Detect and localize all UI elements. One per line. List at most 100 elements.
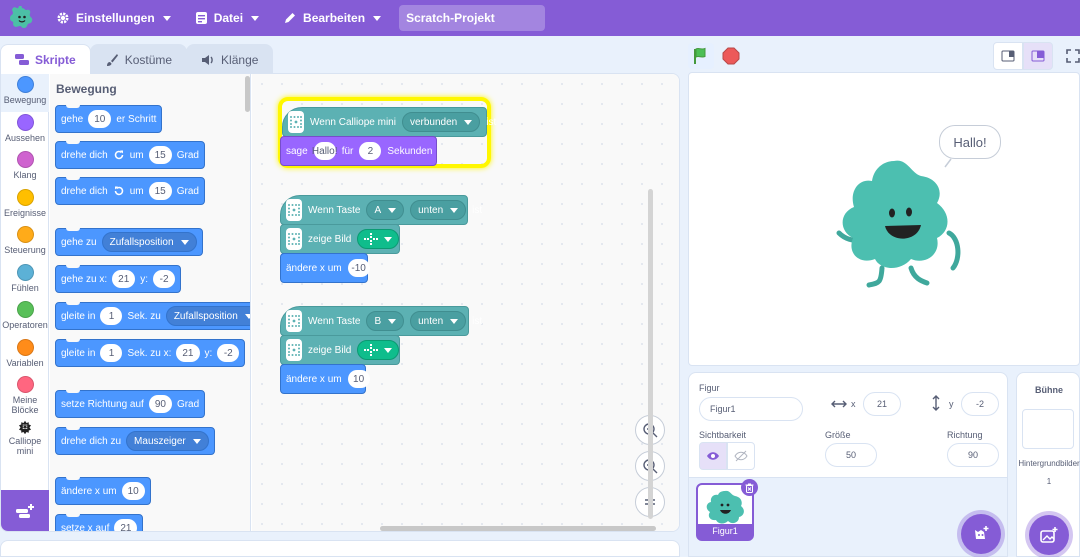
block-input[interactable]: 21 <box>176 344 200 362</box>
sprite-name-input[interactable]: Figur1 <box>699 397 803 421</box>
block-dropdown[interactable]: A <box>366 200 405 220</box>
project-title-input[interactable]: Scratch-Projekt <box>399 5 546 31</box>
category-variables[interactable]: Variablen <box>1 337 49 375</box>
block-change-x[interactable]: ändere x um -10 <box>280 253 370 283</box>
block-input[interactable]: 2 <box>359 142 382 160</box>
dropdown-value: Zufallsposition <box>109 236 174 248</box>
stage-selector[interactable]: Bühne Hintergrundbilder 1 <box>1016 372 1080 557</box>
block-input[interactable]: 10 <box>121 482 145 500</box>
image-picker[interactable] <box>357 340 400 360</box>
delete-sprite-button[interactable] <box>741 479 758 496</box>
block-dropdown[interactable]: unten <box>410 311 467 331</box>
chevron-down-icon <box>450 207 459 213</box>
category-calliope[interactable]: Calliope mini <box>1 418 49 456</box>
block-input[interactable]: -2 <box>153 270 176 288</box>
block-show-image[interactable]: zeige Bild <box>280 224 400 254</box>
block-goto[interactable]: gehe zu Zufallsposition <box>55 228 203 256</box>
block-input[interactable]: 15 <box>148 182 172 200</box>
block-dropdown[interactable]: Zufallsposition <box>165 306 250 326</box>
block-input[interactable]: -10 <box>347 259 370 277</box>
block-set-x[interactable]: setze x auf 21 <box>55 514 144 532</box>
script-horizontal-scrollbar[interactable] <box>380 526 656 531</box>
fullscreen-button[interactable] <box>1059 42 1080 70</box>
block-text: um <box>129 185 144 197</box>
block-glide-xy[interactable]: gleite in 1 Sek. zu x: 21 y: -2 <box>55 339 246 367</box>
block-say-for-secs[interactable]: sage Hallo! für 2 Sekunden <box>280 136 437 166</box>
block-point-towards[interactable]: drehe dich zu Mauszeiger <box>55 427 215 455</box>
add-extension-button[interactable] <box>1 490 49 531</box>
category-my-blocks[interactable]: Meine Blöcke <box>1 374 49 418</box>
category-sound[interactable]: Klang <box>1 149 49 187</box>
tab-sounds[interactable]: Klänge <box>186 44 274 74</box>
add-sprite-button[interactable] <box>961 514 1001 554</box>
hat-calliope-connected[interactable]: Wenn Calliope mini verbunden ist <box>282 107 496 137</box>
green-flag-button[interactable] <box>688 43 714 69</box>
block-dropdown[interactable]: verbunden <box>401 112 481 132</box>
normal-stage-button[interactable] <box>1023 42 1053 70</box>
logo-icon <box>10 6 33 28</box>
code-editor: Bewegung Aussehen Klang Ereignisse Steue… <box>0 73 680 532</box>
settings-menu[interactable]: Einstellungen <box>44 0 183 36</box>
category-events[interactable]: Ereignisse <box>1 187 49 225</box>
file-menu[interactable]: Datei <box>183 0 271 36</box>
add-backdrop-button[interactable] <box>1029 515 1069 555</box>
script-area[interactable]: Wenn Calliope mini verbunden ist sage Ha… <box>252 74 679 531</box>
category-motion[interactable]: Bewegung <box>1 74 49 112</box>
script-vertical-scrollbar[interactable] <box>648 189 653 519</box>
block-turn-right[interactable]: drehe dich um 15 Grad <box>55 141 205 169</box>
dropdown-value: B <box>374 315 382 327</box>
x-input[interactable]: 21 <box>863 392 901 416</box>
block-text: ist <box>486 116 497 128</box>
category-operators[interactable]: Operatoren <box>1 299 49 337</box>
block-input[interactable]: 1 <box>100 307 123 325</box>
show-sprite-button[interactable] <box>699 442 727 470</box>
block-goto-xy[interactable]: gehe zu x: 21 y: -2 <box>55 265 182 293</box>
block-input[interactable]: 90 <box>148 395 172 413</box>
backpack-bar[interactable] <box>0 540 680 557</box>
block-dropdown[interactable]: Zufallsposition <box>101 232 197 252</box>
block-show-image[interactable]: zeige Bild <box>280 335 400 365</box>
sprite-tile[interactable]: Figur1 <box>696 479 758 541</box>
tab-costumes[interactable]: Kostüme <box>89 44 188 74</box>
block-change-x[interactable]: ändere x um 10 <box>280 364 370 394</box>
block-input[interactable]: 10 <box>347 370 370 388</box>
sprite-character[interactable] <box>689 73 1080 366</box>
scratch-logo[interactable] <box>0 0 44 36</box>
edit-menu[interactable]: Bearbeiten <box>271 0 393 36</box>
y-input[interactable]: -2 <box>961 392 999 416</box>
block-dropdown[interactable]: B <box>366 311 405 331</box>
category-sensing[interactable]: Fühlen <box>1 262 49 300</box>
block-text: gehe zu <box>61 236 97 248</box>
size-input[interactable]: 50 <box>825 443 877 467</box>
tab-code[interactable]: Skripte <box>0 44 91 74</box>
hat-button-b[interactable]: Wenn Taste B unten ist <box>280 306 482 336</box>
direction-input[interactable]: 90 <box>947 443 999 467</box>
block-input[interactable]: -2 <box>217 344 240 362</box>
palette-scrollbar[interactable] <box>245 76 250 112</box>
block-turn-left[interactable]: drehe dich um 15 Grad <box>55 177 205 205</box>
block-change-x[interactable]: ändere x um 10 <box>55 477 151 505</box>
block-input[interactable]: 21 <box>112 270 136 288</box>
small-stage-button[interactable] <box>993 42 1023 70</box>
block-point-direction[interactable]: setze Richtung auf 90 Grad <box>55 390 206 418</box>
block-dropdown[interactable]: Mauszeiger <box>126 431 209 451</box>
block-input[interactable]: 10 <box>88 110 112 128</box>
block-text: ändere x um <box>286 373 342 385</box>
block-input[interactable]: 15 <box>148 146 172 164</box>
block-input[interactable]: 21 <box>114 519 138 531</box>
block-text: setze x auf <box>61 522 110 532</box>
block-dropdown[interactable]: unten <box>410 200 467 220</box>
category-control[interactable]: Steuerung <box>1 224 49 262</box>
hide-sprite-button[interactable] <box>727 442 755 470</box>
image-picker[interactable] <box>357 229 400 249</box>
calliope-led-icon <box>286 199 302 221</box>
stop-button[interactable] <box>718 43 744 69</box>
block-move-steps[interactable]: gehe 10 er Schritt <box>55 105 163 133</box>
block-input[interactable]: 1 <box>100 344 123 362</box>
block-text: sage <box>286 145 308 157</box>
block-glide[interactable]: gleite in 1 Sek. zu Zufallsposition <box>55 302 250 330</box>
hat-button-a[interactable]: Wenn Taste A unten ist <box>280 195 482 225</box>
block-input[interactable]: Hallo! <box>312 142 337 160</box>
stage-canvas[interactable]: Hallo! <box>688 72 1080 366</box>
category-looks[interactable]: Aussehen <box>1 112 49 150</box>
